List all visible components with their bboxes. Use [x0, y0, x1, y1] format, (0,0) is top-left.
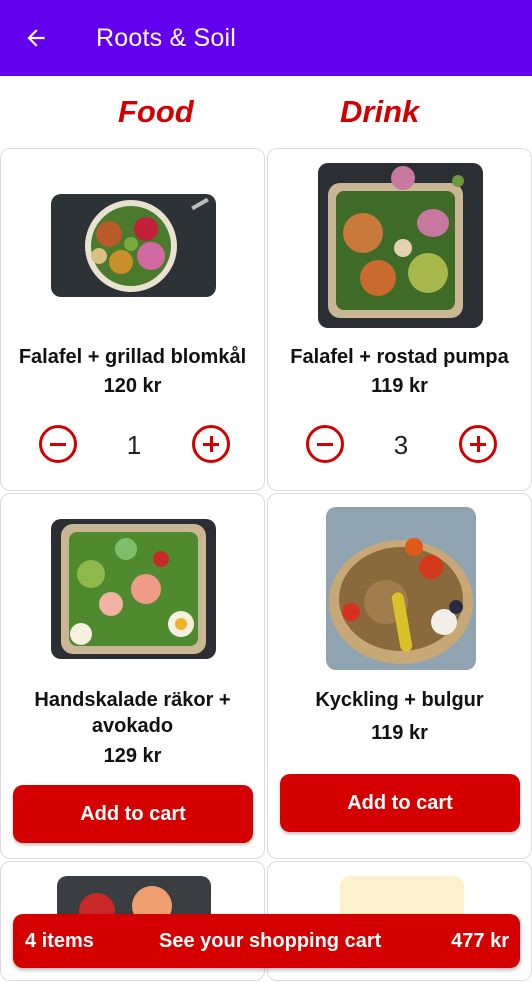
product-card: Falafel + grillad blomkål 120 kr 1: [0, 148, 265, 491]
tab-food[interactable]: Food: [118, 94, 194, 130]
product-name: Falafel + grillad blomkål: [18, 346, 247, 368]
product-name: Falafel + rostad pumpa: [290, 346, 509, 368]
product-price: 119 kr: [371, 722, 428, 744]
quantity-value: 1: [126, 430, 142, 460]
product-image: [51, 519, 216, 659]
product-price: 129 kr: [103, 745, 162, 767]
product-price: 120 kr: [103, 375, 162, 397]
product-card: Handskalade räkor + avokado 129 kr Add t…: [0, 493, 265, 859]
arrow-back-icon: [27, 29, 45, 47]
product-image: [318, 163, 483, 328]
product-price: 119 kr: [371, 375, 428, 397]
product-name: Kyckling + bulgur: [315, 689, 484, 711]
app-screen: Roots & Soil Food Drink Falafel + grilla…: [0, 0, 532, 982]
cart-item-count: 4 items: [25, 930, 94, 952]
cart-link-label: See your shopping cart: [159, 930, 382, 952]
product-card: Kyckling + bulgur 119 kr Add to cart: [267, 493, 532, 859]
back-button[interactable]: [20, 22, 52, 54]
product-image: [326, 507, 476, 670]
app-bar: Roots & Soil: [0, 0, 532, 76]
quantity-stepper: 1: [1, 425, 264, 465]
decrease-quantity-button[interactable]: [39, 425, 77, 463]
shopping-cart-bar[interactable]: 4 items See your shopping cart 477 kr: [13, 914, 520, 968]
add-to-cart-button[interactable]: Add to cart: [13, 785, 253, 843]
quantity-value: 3: [393, 430, 409, 460]
add-to-cart-button[interactable]: Add to cart: [280, 774, 520, 832]
quantity-stepper: 3: [268, 425, 531, 465]
increase-quantity-button[interactable]: [459, 425, 497, 463]
page-title: Roots & Soil: [96, 24, 236, 52]
category-tabs: Food Drink: [0, 90, 532, 138]
cart-total: 477 kr: [451, 930, 509, 952]
product-image: [51, 194, 216, 297]
tab-drink[interactable]: Drink: [340, 94, 419, 130]
product-name: Handskalade räkor + avokado: [34, 689, 231, 737]
product-card: Falafel + rostad pumpa 119 kr 3: [267, 148, 532, 491]
decrease-quantity-button[interactable]: [306, 425, 344, 463]
increase-quantity-button[interactable]: [192, 425, 230, 463]
